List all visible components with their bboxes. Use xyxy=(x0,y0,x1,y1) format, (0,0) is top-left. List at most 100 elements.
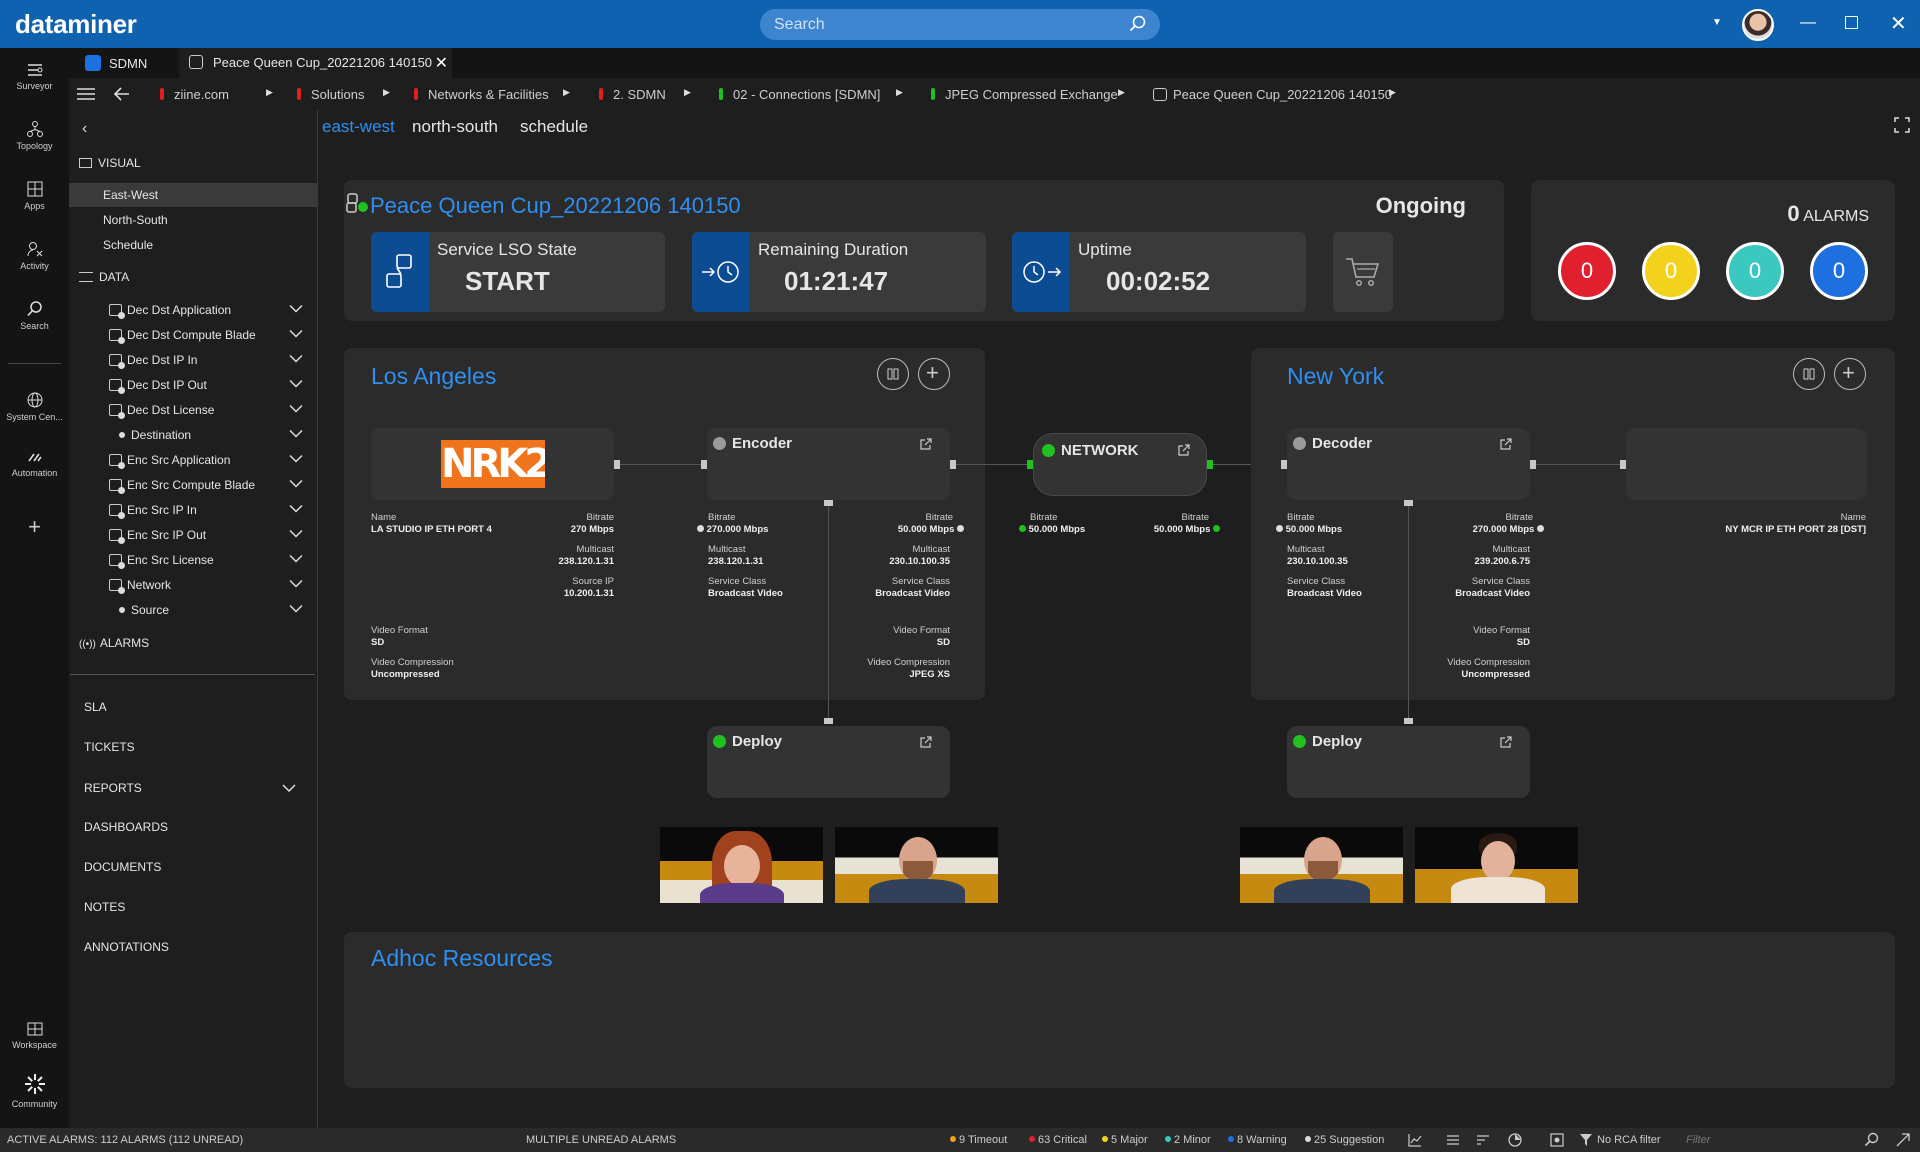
minor-count[interactable]: 2 Minor xyxy=(1165,1134,1211,1146)
rca-filter-text[interactable]: No RCA filter xyxy=(1597,1134,1661,1146)
rail-item-workspace[interactable]: Workspace xyxy=(0,1021,69,1050)
breadcrumb-chevron-icon[interactable]: ▶ xyxy=(896,87,903,98)
chevron-down-icon[interactable] xyxy=(282,784,296,793)
user-avatar[interactable] xyxy=(1742,9,1774,41)
list-icon[interactable] xyxy=(1446,1134,1460,1146)
source-node[interactable]: NRK2 xyxy=(371,428,614,500)
sort-icon[interactable] xyxy=(1476,1134,1490,1146)
chevron-down-icon[interactable] xyxy=(289,303,303,315)
breadcrumb-item[interactable]: 2. SDMN xyxy=(599,87,666,102)
breadcrumb-chevron-icon[interactable]: ▶ xyxy=(266,87,273,98)
nav-dashboards[interactable]: DASHBOARDS xyxy=(84,820,168,834)
nav-annotations[interactable]: ANNOTATIONS xyxy=(84,940,169,954)
breadcrumb-item[interactable]: Solutions xyxy=(297,87,364,102)
filter-icon[interactable] xyxy=(1580,1134,1592,1146)
external-link-icon[interactable] xyxy=(1178,444,1190,456)
major-alarm-counter[interactable]: 0 xyxy=(1642,242,1700,300)
data-item[interactable]: Dec Dst License xyxy=(109,399,317,421)
hamburger-icon[interactable] xyxy=(77,88,95,100)
breadcrumb-chevron-icon[interactable]: ▶ xyxy=(1118,87,1125,98)
rail-item-topology[interactable]: Topology xyxy=(0,120,69,151)
warning-count[interactable]: 8 Warning xyxy=(1228,1134,1287,1146)
data-item[interactable]: Dec Dst IP Out xyxy=(109,374,317,396)
chevron-down-icon[interactable] xyxy=(289,328,303,340)
breadcrumb-chevron-icon[interactable]: ▶ xyxy=(1389,87,1396,98)
visual-item-east-west[interactable]: East-West xyxy=(69,183,317,207)
external-link-icon[interactable] xyxy=(920,736,932,748)
unread-alarms-text[interactable]: MULTIPLE UNREAD ALARMS xyxy=(526,1134,676,1146)
chevron-down-icon[interactable] xyxy=(289,403,303,415)
view-tab-north-south[interactable]: north-south xyxy=(412,117,498,137)
chevron-down-icon[interactable] xyxy=(289,578,303,590)
collapse-panel-icon[interactable]: ‹ xyxy=(82,120,87,138)
chevron-down-icon[interactable] xyxy=(289,503,303,515)
rail-item-community[interactable]: Community xyxy=(0,1072,69,1109)
data-item[interactable]: Source xyxy=(109,599,317,621)
alarms-summary[interactable]: 0 ALARMS xyxy=(1787,201,1869,227)
decoder-node[interactable]: Decoder xyxy=(1287,428,1530,500)
data-item[interactable]: Dec Dst Compute Blade xyxy=(109,324,317,346)
chevron-down-icon[interactable] xyxy=(289,478,303,490)
chevron-down-icon[interactable] xyxy=(289,553,303,565)
fullscreen-icon[interactable] xyxy=(1894,117,1910,133)
data-item[interactable]: Dec Dst Application xyxy=(109,299,317,321)
rail-item-activity[interactable]: Activity xyxy=(0,240,69,271)
active-alarms-text[interactable]: ACTIVE ALARMS: 112 ALARMS (112 UNREAD) xyxy=(7,1134,243,1146)
data-header[interactable]: DATA xyxy=(79,270,129,284)
destination-node[interactable] xyxy=(1626,428,1867,500)
rail-item-apps[interactable]: Apps xyxy=(0,180,69,211)
minor-alarm-counter[interactable]: 0 xyxy=(1726,242,1784,300)
data-item[interactable]: Enc Src IP In xyxy=(109,499,317,521)
expand-icon[interactable] xyxy=(1896,1133,1910,1147)
nav-documents[interactable]: DOCUMENTS xyxy=(84,860,161,874)
breadcrumb-chevron-icon[interactable]: ▶ xyxy=(383,87,390,98)
screenshot-icon[interactable] xyxy=(1550,1133,1564,1147)
back-arrow-icon[interactable] xyxy=(114,87,130,101)
close-window-icon[interactable]: ✕ xyxy=(1890,11,1907,36)
chevron-down-icon[interactable] xyxy=(289,378,303,390)
breadcrumb-item[interactable]: 02 - Connections [SDMN] xyxy=(719,87,880,102)
breadcrumb-item[interactable]: ziine.com xyxy=(160,87,229,102)
critical-count[interactable]: 63 Critical xyxy=(1029,1134,1087,1146)
external-link-icon[interactable] xyxy=(1500,438,1512,450)
rail-item-surveyor[interactable]: Surveyor xyxy=(0,62,69,91)
breadcrumb-chevron-icon[interactable]: ▶ xyxy=(684,87,691,98)
tab-sdmn[interactable]: SDMN xyxy=(75,48,179,78)
add-app-button[interactable]: + xyxy=(0,514,69,540)
restore-icon[interactable] xyxy=(1845,16,1858,29)
data-item[interactable]: Network xyxy=(109,574,317,596)
timeout-count[interactable]: 9 Timeout xyxy=(950,1134,1007,1146)
la-deploy-node[interactable]: Deploy xyxy=(707,726,950,798)
critical-alarm-counter[interactable]: 0 xyxy=(1558,242,1616,300)
video-thumbnail[interactable] xyxy=(1415,827,1578,903)
data-item[interactable]: Destination xyxy=(109,424,317,446)
breadcrumb-item[interactable]: Peace Queen Cup_20221206 140150 xyxy=(1153,87,1392,102)
chevron-down-icon[interactable] xyxy=(289,528,303,540)
nav-reports[interactable]: REPORTS xyxy=(84,781,142,795)
data-item[interactable]: Enc Src Application xyxy=(109,449,317,471)
chevron-down-icon[interactable] xyxy=(289,453,303,465)
visual-header[interactable]: VISUAL xyxy=(79,156,141,170)
add-button[interactable]: + xyxy=(918,358,950,390)
visual-item-north-south[interactable]: North-South xyxy=(69,208,317,232)
chevron-down-icon[interactable] xyxy=(289,428,303,440)
pause-button[interactable] xyxy=(1793,358,1825,390)
external-link-icon[interactable] xyxy=(1500,736,1512,748)
warning-alarm-counter[interactable]: 0 xyxy=(1810,242,1868,300)
data-item[interactable]: Dec Dst IP In xyxy=(109,349,317,371)
breadcrumb-item[interactable]: JPEG Compressed Exchange xyxy=(931,87,1118,102)
rail-item-search[interactable]: Search xyxy=(0,300,69,331)
service-title[interactable]: Peace Queen Cup_20221206 140150 xyxy=(370,193,741,219)
external-link-icon[interactable] xyxy=(920,438,932,450)
rail-item-automation[interactable]: Automation xyxy=(0,451,69,478)
pie-chart-icon[interactable] xyxy=(1508,1133,1522,1147)
alarms-header[interactable]: ((•)) ALARMS xyxy=(79,636,149,650)
search-icon[interactable] xyxy=(1128,14,1148,34)
pause-button[interactable] xyxy=(877,358,909,390)
data-item[interactable]: Enc Src Compute Blade xyxy=(109,474,317,496)
trend-chart-icon[interactable] xyxy=(1408,1133,1422,1147)
chevron-down-icon[interactable] xyxy=(289,353,303,365)
data-item[interactable]: Enc Src License xyxy=(109,549,317,571)
minimize-icon[interactable]: — xyxy=(1800,14,1816,32)
filter-input[interactable]: Filter xyxy=(1686,1134,1836,1146)
